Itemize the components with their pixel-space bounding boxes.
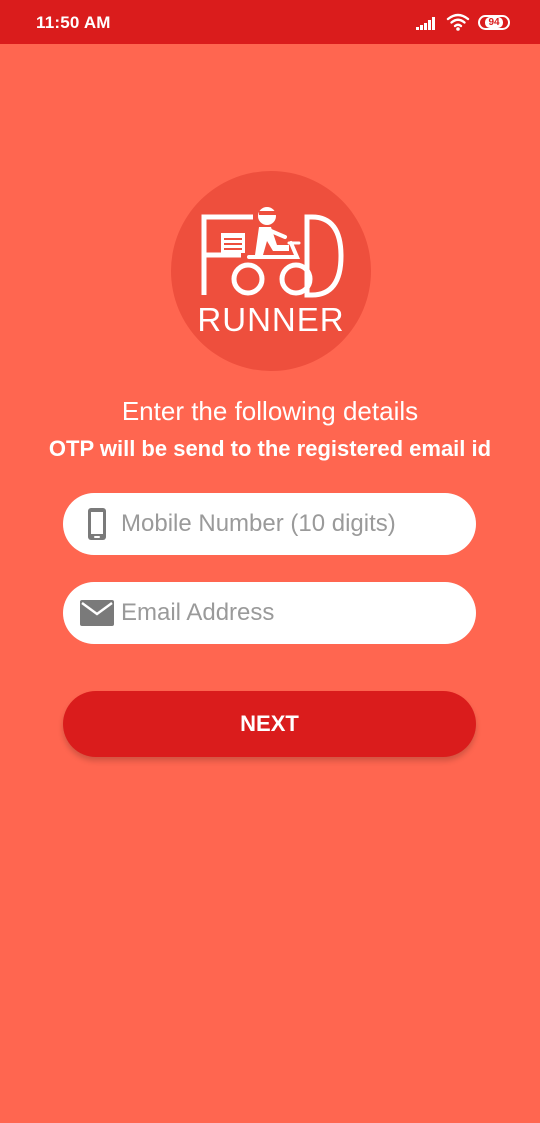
mobile-number-field[interactable] bbox=[63, 493, 476, 555]
form-subheading: OTP will be send to the registered email… bbox=[48, 436, 492, 461]
signal-icon bbox=[416, 17, 435, 30]
email-icon bbox=[80, 600, 114, 626]
app-logo: RUNNER bbox=[171, 171, 371, 371]
phone-icon bbox=[88, 508, 106, 540]
battery-icon: 94 bbox=[478, 15, 510, 30]
next-button[interactable]: NEXT bbox=[63, 691, 476, 757]
logo-subtitle: RUNNER bbox=[197, 301, 345, 338]
battery-level: 94 bbox=[485, 17, 503, 28]
email-input[interactable] bbox=[121, 582, 461, 644]
email-field[interactable] bbox=[63, 582, 476, 644]
form-heading: Enter the following details bbox=[121, 396, 419, 426]
status-bar: 11:50 AM 94 bbox=[0, 0, 540, 44]
wifi-icon bbox=[446, 13, 470, 31]
status-time: 11:50 AM bbox=[36, 13, 111, 32]
food-delivery-rider-icon bbox=[201, 207, 344, 298]
mobile-number-input[interactable] bbox=[121, 493, 461, 555]
